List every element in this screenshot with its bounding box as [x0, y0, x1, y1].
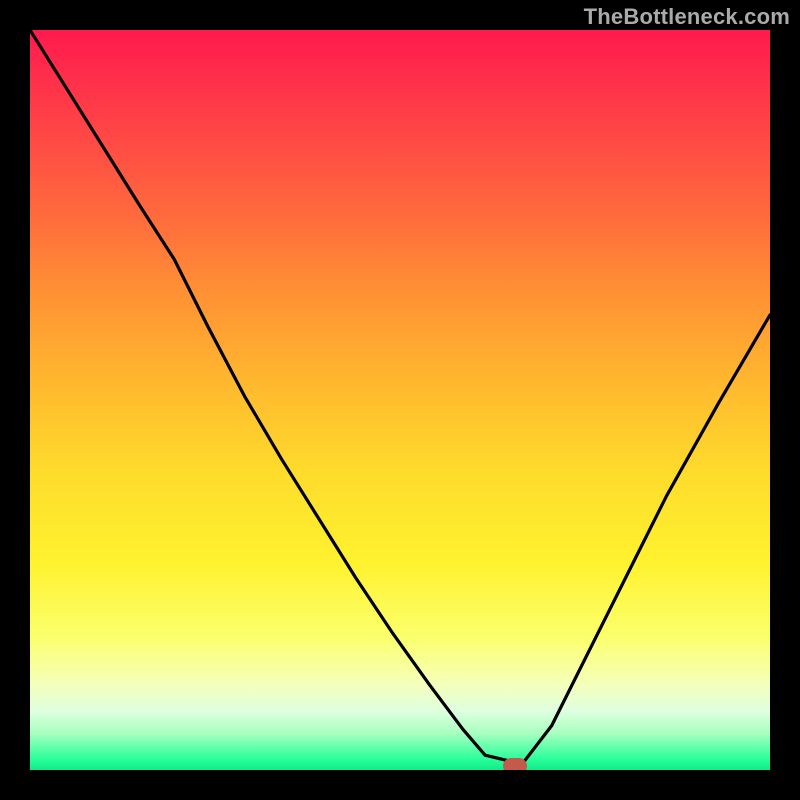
chart-frame: TheBottleneck.com	[0, 0, 800, 800]
curve-layer	[30, 30, 770, 770]
optimal-marker	[503, 758, 527, 770]
plot-area	[30, 30, 770, 770]
bottleneck-curve	[30, 30, 770, 764]
watermark-text: TheBottleneck.com	[584, 4, 790, 30]
